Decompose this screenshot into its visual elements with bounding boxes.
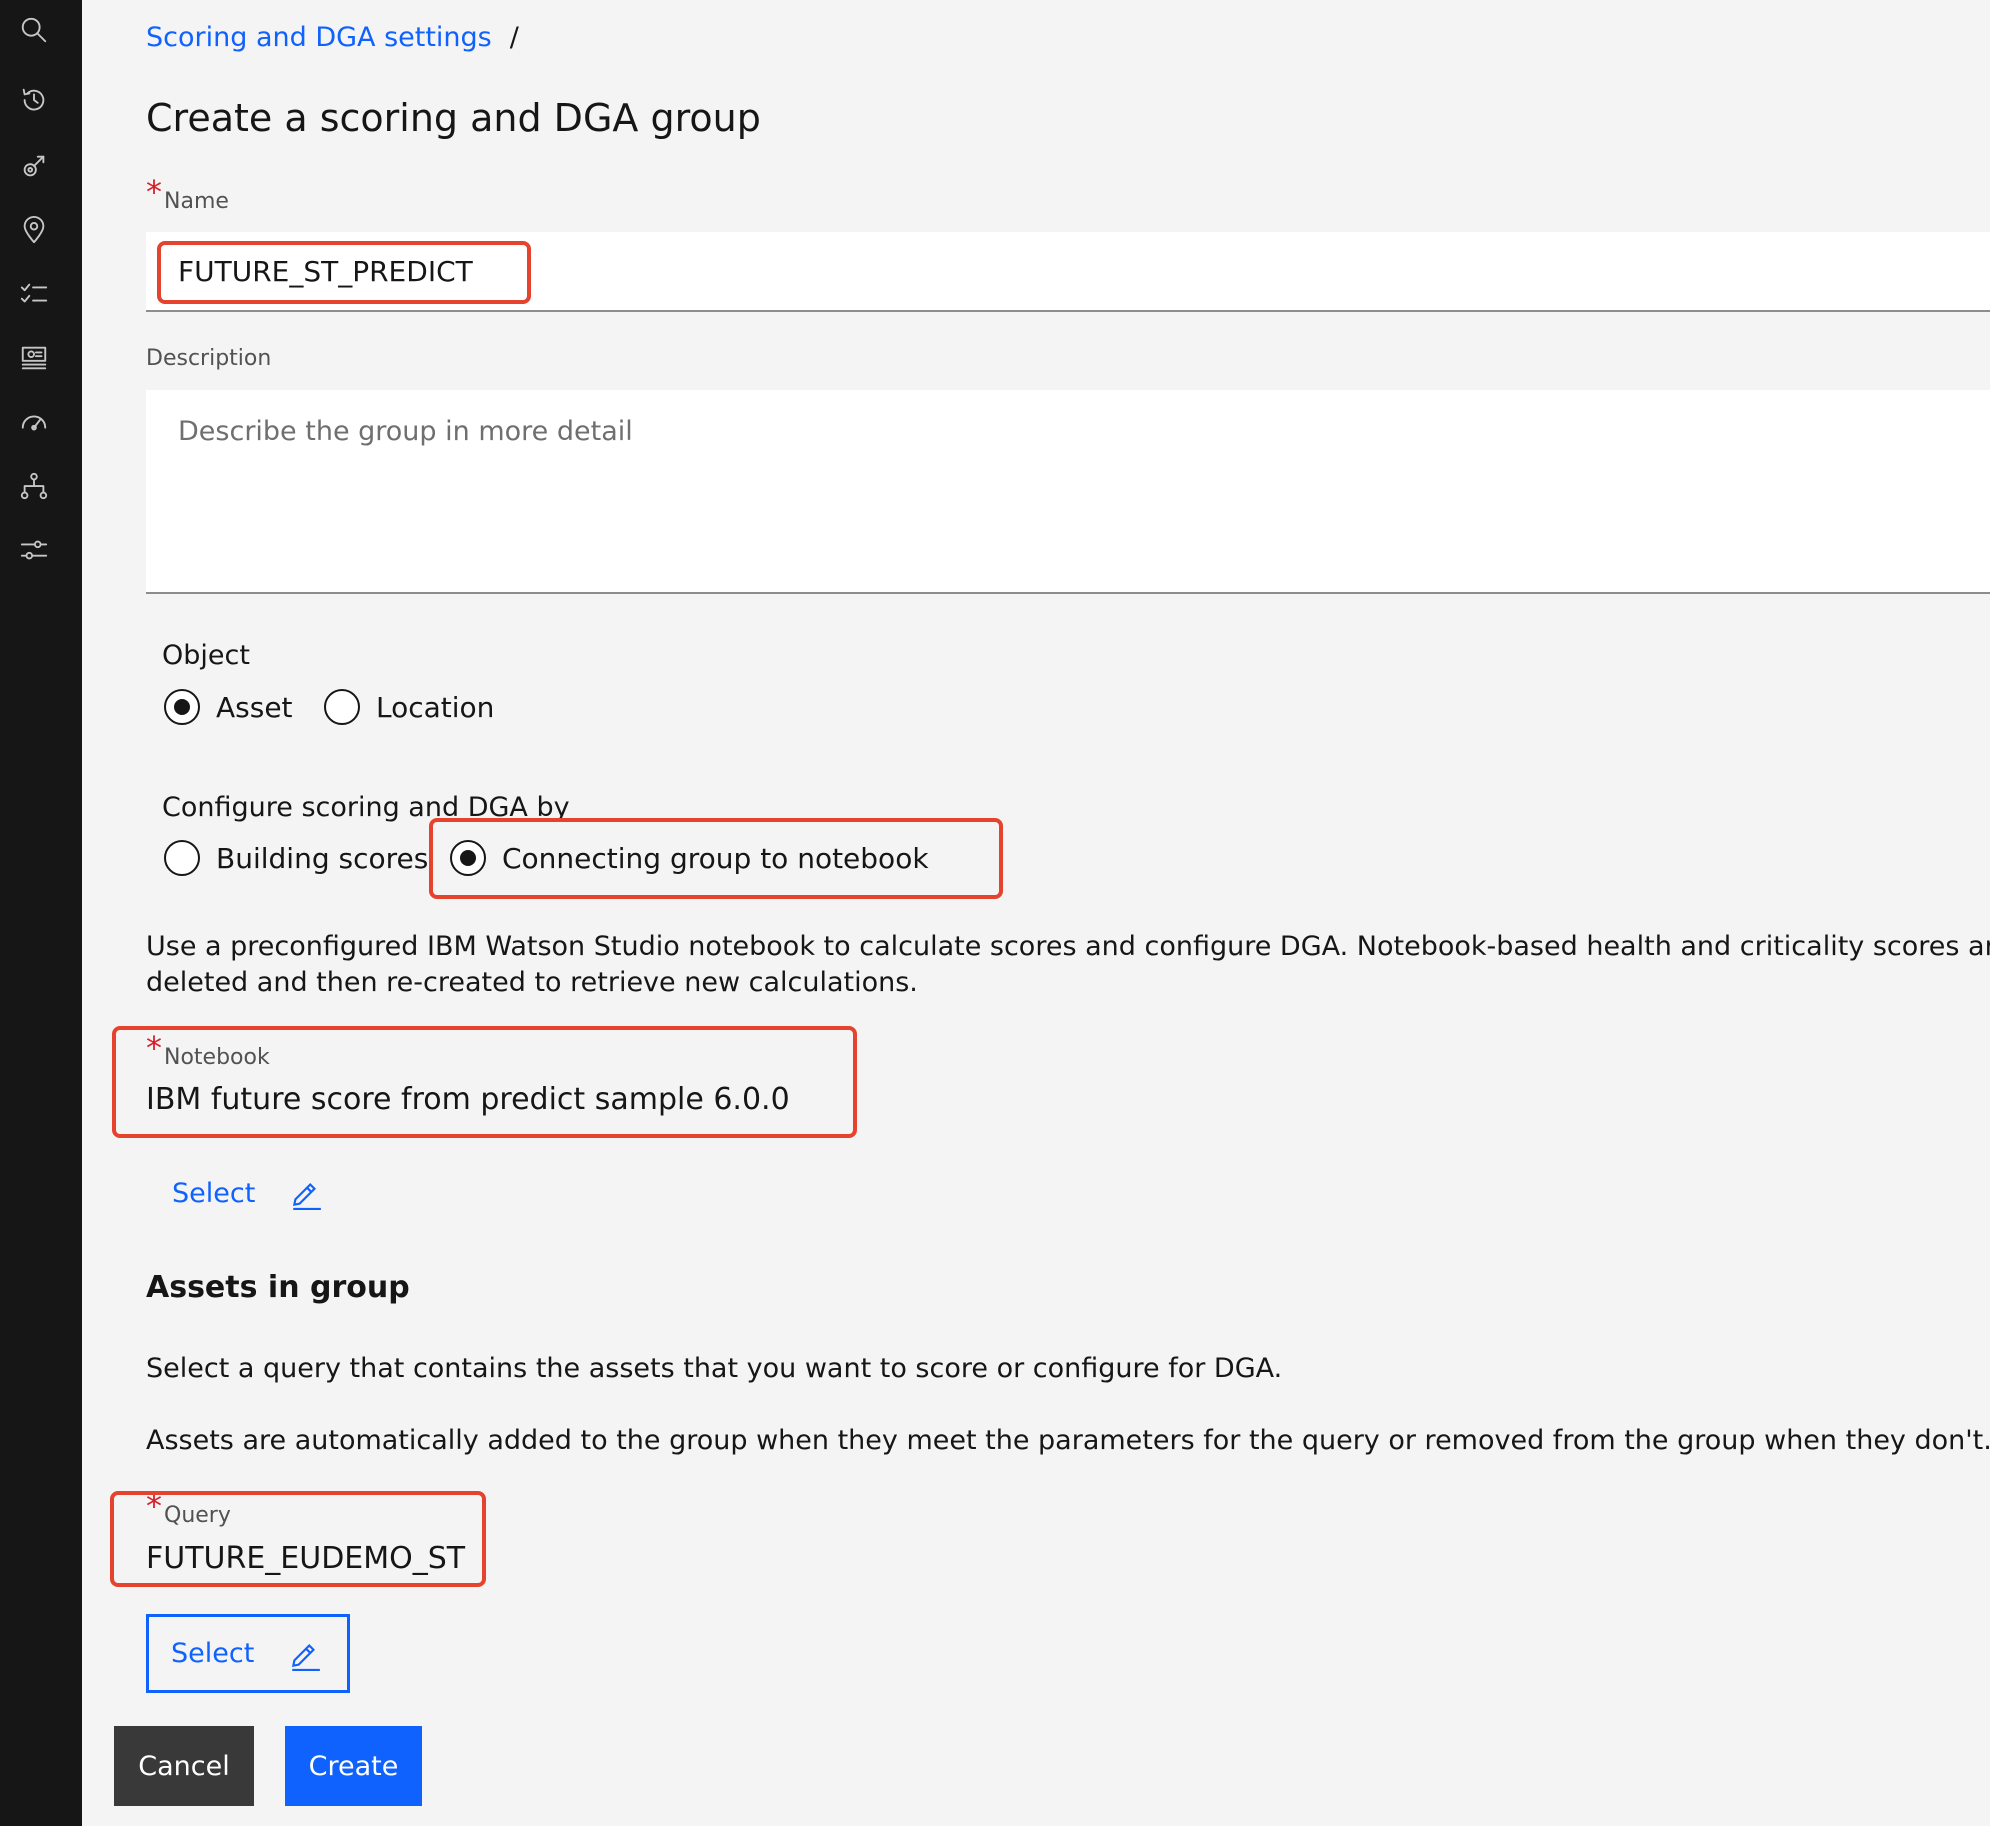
breadcrumb: Scoring and DGA settings / [146, 22, 519, 53]
gauge-icon[interactable] [16, 404, 52, 440]
settings-sliders-icon[interactable] [16, 532, 52, 568]
satellite-icon[interactable] [16, 148, 52, 184]
radio-selected-dot [460, 850, 476, 866]
notebook-help-line-2: deleted and then re-created to retrieve … [146, 967, 918, 998]
notebook-select-label: Select [172, 1177, 256, 1209]
radio-circle [164, 689, 200, 725]
page-title: Create a scoring and DGA group [146, 96, 761, 140]
name-label-row: * Name [146, 176, 229, 214]
required-asterisk: * [146, 1029, 162, 1067]
radio-circle [450, 840, 486, 876]
notebook-label: Notebook [164, 1045, 270, 1070]
search-icon[interactable] [16, 12, 52, 48]
create-button[interactable]: Create [285, 1726, 422, 1806]
assets-section-title: Assets in group [146, 1270, 410, 1305]
breadcrumb-link-scoring-settings[interactable]: Scoring and DGA settings [146, 22, 492, 53]
query-label-row: * Query [146, 1490, 231, 1528]
query-select-button[interactable]: Select [146, 1614, 350, 1693]
configure-group-label: Configure scoring and DGA by [162, 792, 570, 823]
query-label: Query [164, 1503, 231, 1528]
radio-connecting-notebook-label: Connecting group to notebook [502, 841, 929, 875]
notebook-help-line-1: Use a preconfigured IBM Watson Studio no… [146, 931, 1990, 962]
radio-location-label: Location [376, 690, 495, 724]
breadcrumb-separator: / [509, 22, 519, 53]
radio-asset-label: Asset [216, 690, 293, 724]
location-icon[interactable] [16, 212, 52, 248]
dashboard-icon[interactable] [16, 340, 52, 376]
notebook-select-button[interactable]: Select [172, 1172, 323, 1214]
radio-connecting-notebook[interactable]: Connecting group to notebook [450, 840, 929, 876]
main-content: Scoring and DGA settings / Create a scori… [82, 0, 1990, 1826]
required-asterisk: * [146, 1487, 162, 1525]
description-textarea[interactable] [146, 390, 1990, 594]
notebook-value: IBM future score from predict sample 6.0… [146, 1082, 790, 1117]
radio-asset[interactable]: Asset [164, 689, 293, 725]
name-input[interactable] [146, 232, 1990, 312]
edit-icon [293, 1182, 322, 1210]
notebook-label-row: * Notebook [146, 1032, 270, 1070]
history-icon[interactable] [16, 82, 52, 118]
cancel-button[interactable]: Cancel [114, 1726, 254, 1806]
description-label: Description [146, 346, 272, 371]
radio-circle [164, 840, 200, 876]
checklist-icon[interactable] [16, 276, 52, 312]
left-nav-sidebar [0, 0, 82, 1826]
edit-icon [292, 1643, 321, 1671]
radio-building-scores-label: Building scores [216, 841, 429, 875]
assets-text-2: Assets are automatically added to the gr… [146, 1425, 1990, 1456]
name-label: Name [164, 189, 229, 214]
radio-circle [324, 689, 360, 725]
hierarchy-icon[interactable] [16, 468, 52, 504]
object-group-label: Object [162, 640, 250, 671]
radio-building-scores[interactable]: Building scores [164, 840, 428, 876]
required-asterisk: * [146, 173, 162, 211]
radio-selected-dot [174, 699, 190, 715]
assets-text-1: Select a query that contains the assets … [146, 1353, 1283, 1384]
radio-location[interactable]: Location [324, 689, 494, 725]
query-value: FUTURE_EUDEMO_ST [146, 1541, 466, 1576]
query-select-label: Select [171, 1638, 255, 1669]
